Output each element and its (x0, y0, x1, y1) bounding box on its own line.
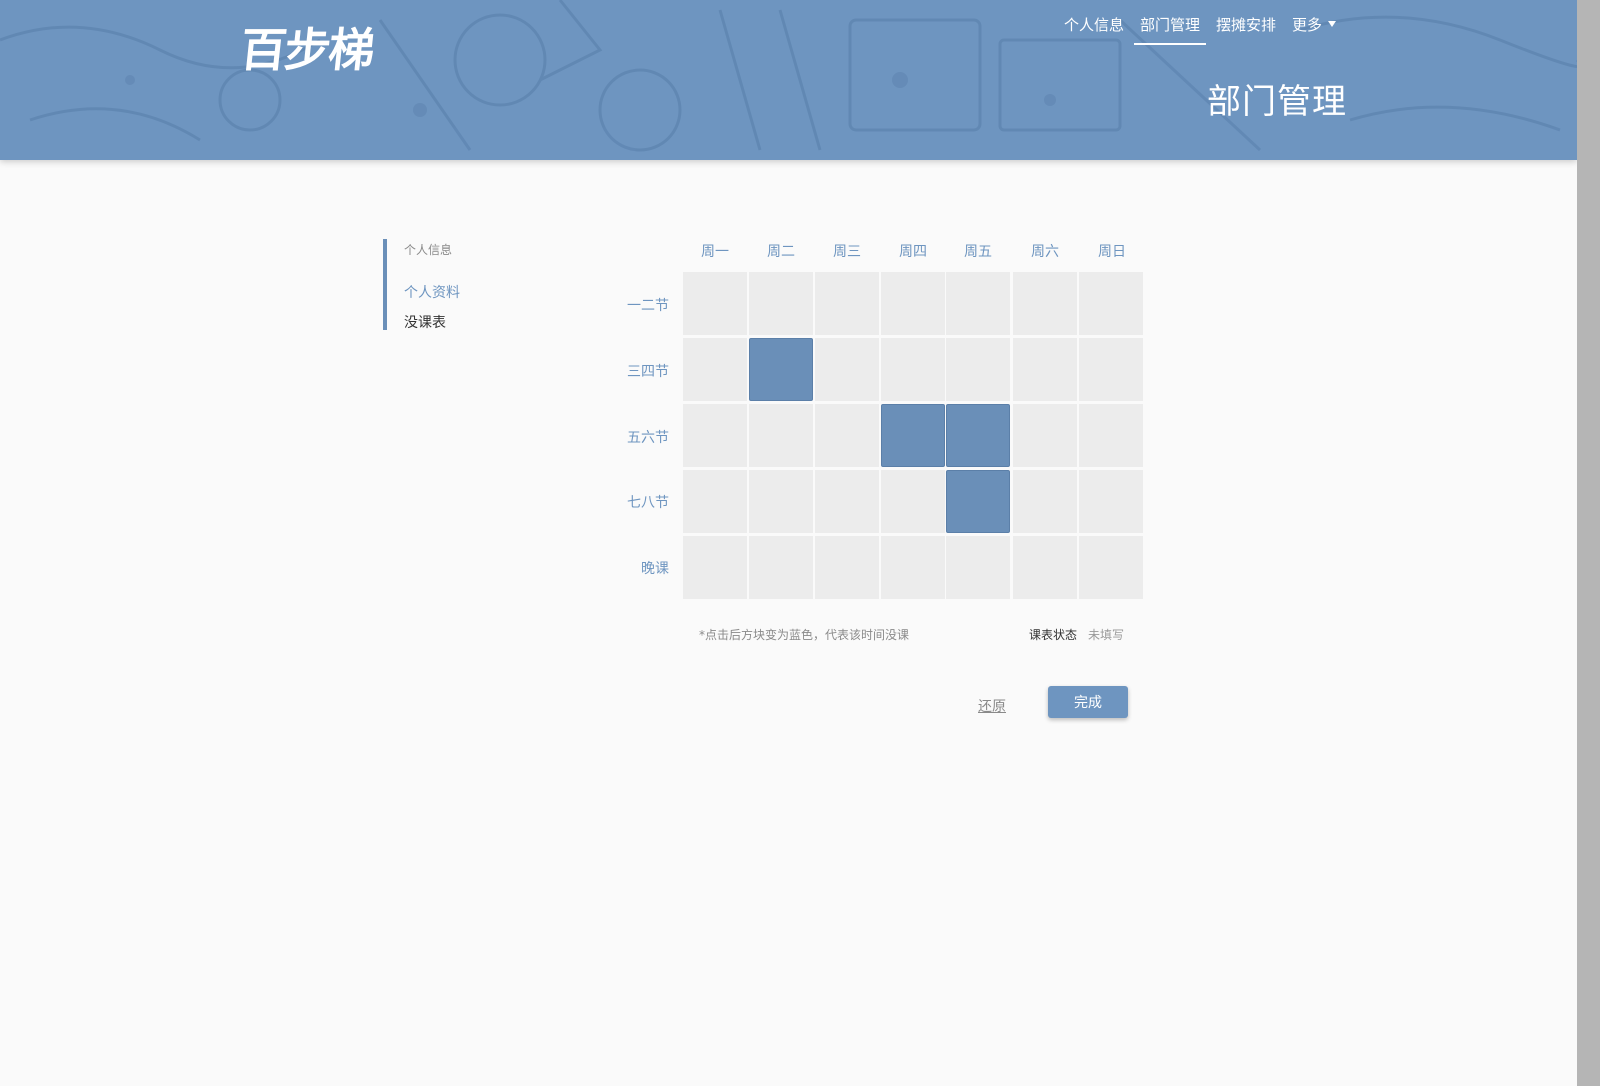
schedule-cell[interactable] (683, 536, 747, 599)
schedule-status-label: 课表状态 (1029, 628, 1078, 642)
schedule-cell[interactable] (946, 404, 1010, 467)
schedule-cell[interactable] (946, 470, 1010, 533)
period-label: 一二节 (627, 298, 669, 314)
nav-item-stall-arrangement[interactable]: 摆摊安排 (1210, 12, 1282, 43)
schedule-cell[interactable] (1079, 404, 1143, 467)
schedule-cell[interactable] (1013, 536, 1077, 599)
schedule-cell[interactable] (815, 272, 879, 335)
day-header: 周二 (767, 244, 795, 260)
schedule-cell[interactable] (946, 536, 1010, 599)
schedule-cell[interactable] (1079, 338, 1143, 401)
sidebar: 个人信息 个人资料 没课表 (383, 239, 543, 332)
page-title: 部门管理 (1207, 82, 1347, 122)
schedule-status-value: 未填写 (1088, 628, 1125, 642)
schedule-cell[interactable] (815, 470, 879, 533)
header-banner: 百步梯 个人信息 部门管理 摆摊安排 更多 部门管理 (0, 0, 1577, 160)
nav-item-personal-info[interactable]: 个人信息 (1058, 12, 1130, 43)
logo[interactable]: 百步梯 (238, 14, 377, 80)
period-label: 七八节 (627, 495, 669, 511)
top-nav: 个人信息 部门管理 摆摊安排 更多 (1058, 12, 1346, 45)
period-label: 五六节 (627, 430, 669, 446)
schedule-cell[interactable] (1079, 272, 1143, 335)
schedule-cell[interactable] (749, 338, 813, 401)
day-header: 周一 (701, 244, 729, 260)
schedule-cell[interactable] (815, 338, 879, 401)
day-header: 周日 (1098, 244, 1126, 260)
nav-item-more[interactable]: 更多 (1286, 12, 1342, 43)
sidebar-heading: 个人信息 (404, 243, 453, 257)
reset-button[interactable]: 还原 (978, 696, 1006, 716)
schedule-cell[interactable] (749, 272, 813, 335)
schedule-hint: *点击后方块变为蓝色，代表该时间没课 (699, 628, 910, 642)
schedule-cell[interactable] (815, 404, 879, 467)
schedule-cell[interactable] (749, 470, 813, 533)
caret-down-icon (1328, 20, 1337, 27)
schedule-cell[interactable] (881, 404, 945, 467)
sidebar-item-profile[interactable]: 个人资料 (404, 282, 460, 302)
schedule-cell[interactable] (1079, 536, 1143, 599)
schedule-cell[interactable] (946, 272, 1010, 335)
schedule-cell[interactable] (683, 272, 747, 335)
day-header: 周六 (1031, 244, 1059, 260)
schedule-cell[interactable] (683, 404, 747, 467)
scrollbar[interactable] (1577, 0, 1600, 1086)
schedule-cell[interactable] (1013, 272, 1077, 335)
schedule-cell[interactable] (683, 470, 747, 533)
sidebar-item-free-schedule[interactable]: 没课表 (404, 312, 446, 332)
schedule-cell[interactable] (881, 272, 945, 335)
nav-more-label: 更多 (1292, 16, 1323, 34)
period-label: 三四节 (627, 364, 669, 380)
schedule-cell[interactable] (1013, 338, 1077, 401)
schedule-cell[interactable] (749, 536, 813, 599)
schedule-cell[interactable] (881, 470, 945, 533)
schedule-cell[interactable] (815, 536, 879, 599)
schedule-cell[interactable] (1079, 470, 1143, 533)
schedule-cell[interactable] (1013, 404, 1077, 467)
nav-item-department-management[interactable]: 部门管理 (1134, 12, 1207, 45)
schedule-cell[interactable] (881, 536, 945, 599)
schedule-cell[interactable] (946, 338, 1010, 401)
schedule-cell[interactable] (749, 404, 813, 467)
period-label: 晚课 (641, 561, 669, 577)
day-header: 周三 (833, 244, 861, 260)
day-header: 周四 (899, 244, 927, 260)
done-button[interactable]: 完成 (1048, 686, 1128, 718)
schedule-cell[interactable] (1013, 470, 1077, 533)
day-header: 周五 (964, 244, 992, 260)
schedule-cell[interactable] (881, 338, 945, 401)
schedule-cell[interactable] (683, 338, 747, 401)
